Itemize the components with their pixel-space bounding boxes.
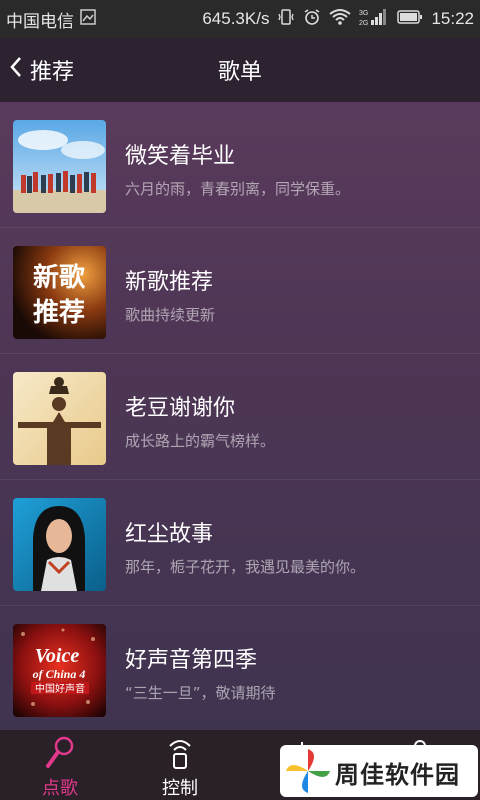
svg-text:中国好声音: 中国好声音	[35, 682, 85, 695]
wifi-icon	[329, 8, 352, 31]
svg-text:推荐: 推荐	[33, 298, 85, 328]
playlist-name: 老豆谢谢你	[125, 396, 236, 421]
vibrate-icon	[277, 8, 295, 31]
playlist-desc: 那年，栀子花开，我遇见最美的你。	[125, 558, 366, 576]
alarm-icon	[303, 8, 321, 31]
battery-icon	[397, 9, 423, 30]
microphone-icon	[46, 736, 74, 768]
playlist-item[interactable]: 老豆谢谢你 成长路上的霸气榜样。	[0, 354, 480, 480]
signal-icon: 3G 2G	[359, 7, 389, 32]
playlist-desc: 歌曲持续更新	[125, 306, 216, 324]
playlist-desc: 成长路上的霸气榜样。	[125, 432, 276, 450]
clock: 15:22	[431, 9, 474, 28]
pinwheel-logo-icon	[286, 749, 330, 793]
playlist-item[interactable]: 新歌 推荐 新歌推荐 歌曲持续更新	[0, 228, 480, 354]
svg-text:2G: 2G	[359, 20, 368, 27]
playlist-item[interactable]: Voice of China 4 中国好声音 好声音第四季 “三生一旦”，敬请期…	[0, 606, 480, 732]
watermark-text: 周佳软件园	[335, 761, 460, 789]
carrier-group: 中国电信	[6, 7, 96, 32]
remote-icon	[169, 740, 191, 769]
page-title: 歌单	[217, 60, 262, 85]
playlist-desc: “三生一旦”，敬请期待	[125, 684, 276, 702]
father-child-cover	[13, 372, 106, 465]
playlist-name: 新歌推荐	[125, 270, 214, 295]
svg-text:新歌: 新歌	[33, 262, 86, 293]
svg-text:Voice: Voice	[35, 645, 80, 667]
tab-label: 点歌	[42, 778, 78, 799]
status-right: 645.3K/s 3G 2G 15:22	[202, 7, 474, 32]
app-header: 推荐 歌单	[0, 38, 480, 102]
tab-request-song[interactable]: 点歌	[0, 730, 120, 800]
tab-label: 控制	[162, 778, 198, 799]
playlist-desc: 六月的雨，青春别离，同学保重。	[125, 180, 351, 198]
singer-portrait-cover	[13, 498, 106, 591]
carrier-name: 中国电信	[6, 11, 74, 31]
playlist-name: 好声音第四季	[125, 648, 258, 673]
tab-control[interactable]: 控制	[120, 730, 240, 800]
watermark-logo: 周佳软件园	[280, 745, 478, 797]
playlist-name: 红尘故事	[125, 522, 214, 547]
svg-text:3G: 3G	[359, 10, 368, 17]
playlist-name: 微笑着毕业	[125, 144, 236, 169]
image-icon	[80, 8, 96, 30]
voice-of-china-cover: Voice of China 4 中国好声音	[13, 624, 106, 717]
graduation-photo-cover	[13, 120, 106, 213]
network-speed: 645.3K/s	[202, 9, 270, 28]
svg-text:of China 4: of China 4	[33, 667, 86, 681]
playlist-item[interactable]: 红尘故事 那年，栀子花开，我遇见最美的你。	[0, 480, 480, 606]
new-songs-cover: 新歌 推荐	[13, 246, 106, 339]
status-bar: 中国电信 645.3K/s 3G 2G 15:22	[0, 0, 480, 38]
playlist-item[interactable]: 微笑着毕业 六月的雨，青春别离，同学保重。	[0, 102, 480, 228]
playlist-list: 微笑着毕业 六月的雨，青春别离，同学保重。 新歌 推荐 新歌推荐 歌曲持续更新	[0, 102, 480, 732]
